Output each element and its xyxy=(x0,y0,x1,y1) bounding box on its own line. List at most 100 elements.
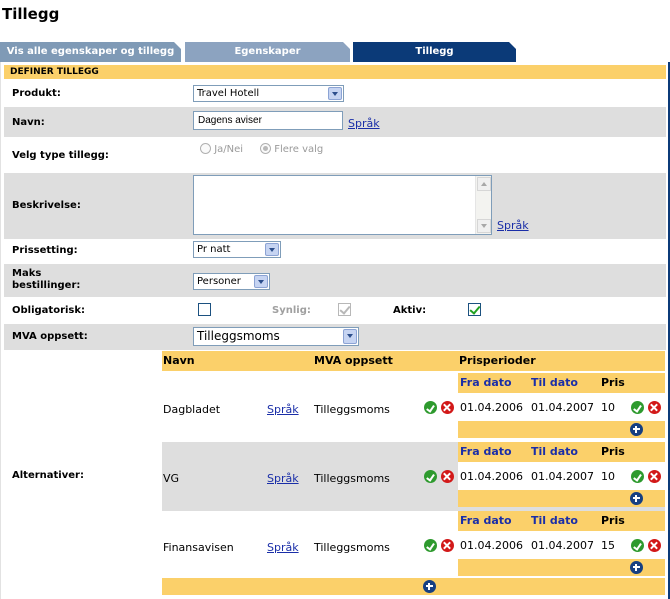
mva-select[interactable]: Tilleggsmoms xyxy=(193,327,359,346)
check-icon[interactable] xyxy=(631,539,644,552)
navn-sprak-link[interactable]: Språk xyxy=(348,117,380,130)
alt-sprak-link[interactable]: Språk xyxy=(267,541,299,554)
check-icon[interactable] xyxy=(424,470,437,483)
tab-tillegg[interactable]: Tillegg xyxy=(353,42,516,62)
row-mva: MVA oppsett: Tilleggsmoms xyxy=(4,324,666,350)
produkt-select[interactable]: Travel Hotell xyxy=(193,85,344,102)
alt-mva: Tilleggsmoms xyxy=(314,541,390,554)
period-row: 01.04.2006 01.04.2007 10 xyxy=(458,393,665,421)
beskrivelse-label: Beskrivelse: xyxy=(12,200,81,211)
beskrivelse-textarea[interactable] xyxy=(193,175,492,235)
obligatorisk-checkbox[interactable] xyxy=(198,303,211,316)
check-icon[interactable] xyxy=(631,470,644,483)
period-pris: 15 xyxy=(601,539,615,552)
period-til: 01.04.2007 xyxy=(531,470,594,483)
navn-input[interactable] xyxy=(193,111,343,130)
alt-navn: Dagbladet xyxy=(163,403,221,416)
pris-header: Pris xyxy=(601,514,625,527)
option-flere-valg[interactable]: Flere valg xyxy=(260,143,323,155)
row-flags: Obligatorisk: Synlig: Aktiv: xyxy=(4,297,666,324)
row-navn: Navn: Språk xyxy=(4,107,666,137)
type-label: Velg type tillegg: xyxy=(12,150,109,161)
alt-mva: Tilleggsmoms xyxy=(314,403,390,416)
check-icon[interactable] xyxy=(424,401,437,414)
delete-icon[interactable] xyxy=(441,539,454,552)
check-icon[interactable] xyxy=(424,539,437,552)
delete-icon[interactable] xyxy=(441,401,454,414)
alt-sprak-link[interactable]: Språk xyxy=(267,472,299,485)
til-dato-link[interactable]: Til dato xyxy=(531,514,578,527)
row-maks: Maks bestillinger: Personer xyxy=(4,264,666,297)
textarea-scrollbar[interactable] xyxy=(475,176,491,234)
delete-icon[interactable] xyxy=(648,539,661,552)
add-icon[interactable] xyxy=(630,561,643,574)
col-navn: Navn xyxy=(163,354,195,367)
alt-mva: Tilleggsmoms xyxy=(314,472,390,485)
check-icon[interactable] xyxy=(631,401,644,414)
radio-janei[interactable] xyxy=(200,143,211,154)
fra-dato-link[interactable]: Fra dato xyxy=(460,514,512,527)
add-alternative-bar xyxy=(162,578,665,595)
alternatives-header: Navn MVA oppsett Prisperioder xyxy=(162,351,665,371)
synlig-label: Synlig: xyxy=(272,305,311,316)
pris-header: Pris xyxy=(601,376,625,389)
alternativer-label: Alternativer: xyxy=(12,470,84,481)
period-fra: 01.04.2006 xyxy=(460,401,523,414)
beskrivelse-sprak-link[interactable]: Språk xyxy=(497,219,529,232)
til-dato-link[interactable]: Til dato xyxy=(531,376,578,389)
period-fra: 01.04.2006 xyxy=(460,470,523,483)
page-title: Tillegg xyxy=(2,5,60,23)
option-janei[interactable]: Ja/Nei xyxy=(200,143,243,155)
prissetting-select[interactable]: Pr natt xyxy=(193,241,281,258)
row-beskrivelse: Beskrivelse: Språk xyxy=(4,173,666,239)
maks-label: Maks bestillinger: xyxy=(12,268,81,291)
obligatorisk-label: Obligatorisk: xyxy=(12,305,86,316)
scroll-down-icon[interactable] xyxy=(477,219,491,233)
period-til: 01.04.2007 xyxy=(531,401,594,414)
table-row: Dagbladet Språk Tilleggsmoms Fra dato Ti… xyxy=(162,373,665,442)
table-row: VG Språk Tilleggsmoms Fra dato Til dato … xyxy=(162,442,665,511)
period-pris: 10 xyxy=(601,401,615,414)
period-fra: 01.04.2006 xyxy=(460,539,523,552)
synlig-checkbox[interactable] xyxy=(337,303,351,316)
scroll-up-icon[interactable] xyxy=(477,177,491,191)
prissetting-label: Prissetting: xyxy=(12,245,78,256)
produkt-label: Produkt: xyxy=(12,88,61,99)
navn-label: Navn: xyxy=(12,117,45,128)
chevron-down-icon xyxy=(343,329,357,344)
maks-select[interactable]: Personer xyxy=(193,273,270,290)
aktiv-checkbox[interactable] xyxy=(468,303,481,316)
alt-sprak-link[interactable]: Språk xyxy=(267,403,299,416)
delete-icon[interactable] xyxy=(648,401,661,414)
row-prissetting: Prissetting: Pr natt xyxy=(4,239,666,264)
tab-bar: Vis alle egenskaper og tillegg Egenskape… xyxy=(0,42,516,62)
til-dato-link[interactable]: Til dato xyxy=(531,445,578,458)
alt-navn: VG xyxy=(163,472,180,485)
radio-flere-valg[interactable] xyxy=(260,143,271,154)
alt-navn: Finansavisen xyxy=(163,541,234,554)
row-type: Velg type tillegg: Ja/Nei Flere valg xyxy=(4,137,666,173)
delete-icon[interactable] xyxy=(441,470,454,483)
period-til: 01.04.2007 xyxy=(531,539,594,552)
mva-label: MVA oppsett: xyxy=(12,331,88,342)
tab-egenskaper[interactable]: Egenskaper xyxy=(185,42,350,62)
table-row: Finansavisen Språk Tilleggsmoms Fra dato… xyxy=(162,511,665,580)
add-icon[interactable] xyxy=(423,580,436,593)
chevron-down-icon xyxy=(254,275,268,288)
period-row: 01.04.2006 01.04.2007 15 xyxy=(458,531,665,559)
col-prisperioder: Prisperioder xyxy=(459,354,536,367)
add-icon[interactable] xyxy=(630,492,643,505)
period-pris: 10 xyxy=(601,470,615,483)
col-mva: MVA oppsett xyxy=(314,354,393,367)
add-icon[interactable] xyxy=(630,423,643,436)
row-produkt: Produkt: Travel Hotell xyxy=(4,79,666,107)
section-title: DEFINER TILLEGG xyxy=(4,65,666,79)
delete-icon[interactable] xyxy=(648,470,661,483)
fra-dato-link[interactable]: Fra dato xyxy=(460,376,512,389)
aktiv-label: Aktiv: xyxy=(393,305,427,316)
chevron-down-icon xyxy=(265,243,279,256)
tab-all-properties[interactable]: Vis alle egenskaper og tillegg xyxy=(0,42,181,62)
chevron-down-icon xyxy=(328,87,342,100)
pris-header: Pris xyxy=(601,445,625,458)
fra-dato-link[interactable]: Fra dato xyxy=(460,445,512,458)
